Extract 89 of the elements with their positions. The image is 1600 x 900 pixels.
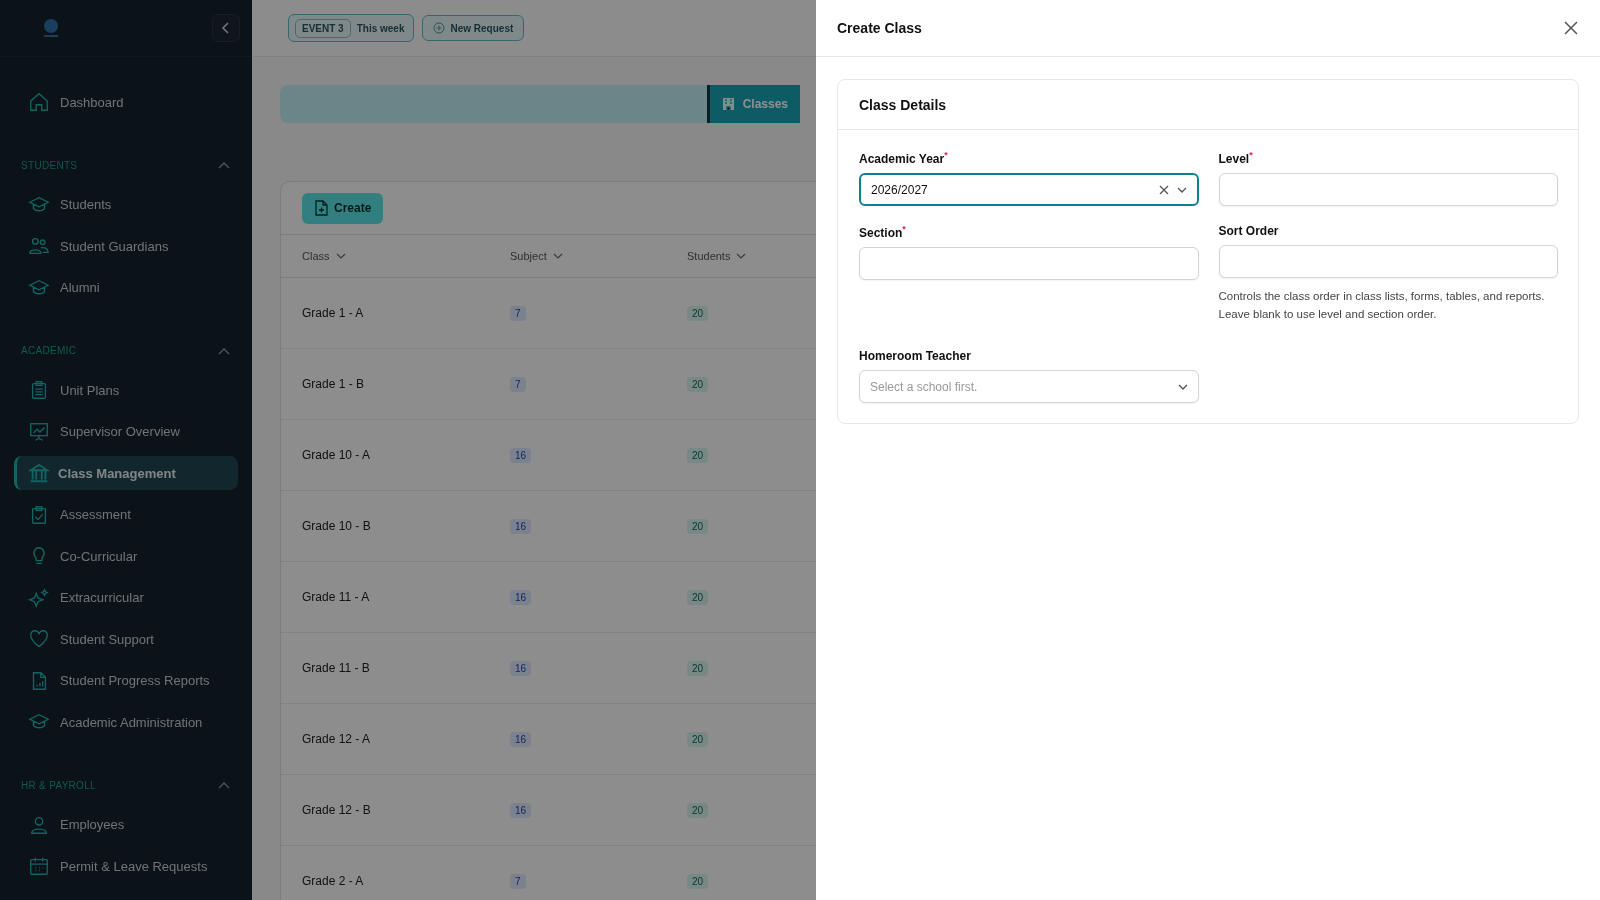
clear-icon[interactable] <box>1158 184 1169 195</box>
subject-count-badge: 7 <box>510 305 526 321</box>
sidebar-item[interactable]: Permit & Leave Requests <box>14 849 238 883</box>
field-label: Section$^{*}$ <box>859 224 907 240</box>
collapse-sidebar-button[interactable] <box>212 14 240 42</box>
sidebar-item[interactable]: Student Progress Reports <box>14 663 238 698</box>
help-text: Controls the class order in class lists, forms, tables, and reports. Leave blank to use level and section order. <box>1218 289 1546 322</box>
table-cell-text: Grade 12 - B <box>302 803 372 817</box>
event-label: This week <box>356 22 406 34</box>
select-field[interactable]: Select a school first. <box>859 370 1199 403</box>
new-request-button[interactable]: New Request <box>421 15 525 41</box>
field-label: Academic Year$^{*}$ <box>859 150 949 166</box>
field-label: Homeroom Teacher <box>859 349 972 363</box>
field-label: Level$^{*}$ <box>1218 150 1254 166</box>
student-count-badge: 20 <box>687 802 709 818</box>
text-field[interactable] <box>1218 173 1558 206</box>
sidebar-item[interactable]: Class Management <box>14 456 238 490</box>
sort-chevron-icon <box>552 253 563 259</box>
subject-count-badge: 16 <box>510 518 532 534</box>
sidebar-item[interactable]: Student Support <box>14 622 238 656</box>
sort-chevron-icon <box>335 253 346 259</box>
table-cell-text: Grade 1 - B <box>302 377 366 391</box>
sidebar-item[interactable]: Students <box>14 187 238 222</box>
sidebar-item[interactable]: Supervisor Overview <box>14 414 238 449</box>
sidebar-item[interactable]: Unit Plans <box>14 373 238 407</box>
column-header[interactable]: Class <box>302 250 510 262</box>
table-cell-text: Grade 11 - B <box>302 661 371 675</box>
section-heading: HR & PAYROLL <box>21 779 96 791</box>
subject-count-badge: 16 <box>510 447 532 463</box>
student-count-badge: 20 <box>687 873 709 889</box>
sidebar-item[interactable]: Dashboard <box>14 85 238 119</box>
drawer-title: Create Class <box>837 20 922 36</box>
sidebar-item[interactable]: Employees <box>14 807 238 842</box>
cal-icon <box>28 855 50 877</box>
sidebar-item[interactable]: Academic Administration <box>14 705 238 739</box>
student-count-badge: 20 <box>687 731 709 747</box>
student-count-badge: 20 <box>687 589 709 605</box>
close-button[interactable] <box>1562 19 1580 37</box>
student-count-badge: 20 <box>687 305 709 321</box>
field-label: Sort Order <box>1218 224 1280 238</box>
heart-icon <box>28 628 50 650</box>
chart-icon <box>28 420 50 443</box>
sidebar-item[interactable]: Assessment <box>14 497 238 532</box>
file-plus-icon <box>314 200 328 216</box>
chevron-up-icon[interactable] <box>218 161 230 169</box>
subject-count-badge: 16 <box>510 660 532 676</box>
create-button[interactable]: Create <box>302 192 384 224</box>
text-field[interactable] <box>859 247 1199 280</box>
student-count-badge: 20 <box>687 376 709 392</box>
subject-count-badge: 7 <box>510 376 526 392</box>
chevron-down-icon[interactable] <box>1177 383 1188 390</box>
text-field[interactable] <box>1218 245 1558 278</box>
plus-circle-icon <box>432 22 445 34</box>
home-icon <box>28 91 50 113</box>
chevron-left-icon <box>220 21 232 35</box>
sidebar-item[interactable]: Student Guardians <box>14 229 238 263</box>
table-cell-text: Grade 2 - A <box>302 874 365 888</box>
select-field[interactable]: 2026/2027 <box>859 173 1199 206</box>
building-icon <box>721 97 735 111</box>
chevron-up-icon[interactable] <box>218 346 230 355</box>
table-cell-text: Grade 10 - A <box>302 448 372 462</box>
spark-icon <box>28 586 50 609</box>
sidebar-item[interactable]: Extracurricular <box>14 580 238 615</box>
subject-count-badge: 16 <box>510 802 532 818</box>
student-count-badge: 20 <box>687 660 709 676</box>
subject-count-badge: 16 <box>510 589 532 605</box>
section-heading: ACADEMIC <box>21 345 77 356</box>
sidebar-item[interactable]: Alumni <box>14 270 238 305</box>
event-pill[interactable]: EVENT 3 This week <box>288 14 414 42</box>
people-icon <box>28 235 50 257</box>
table-cell-text: Grade 1 - A <box>302 306 365 320</box>
table-cell-text: Grade 10 - B <box>302 519 372 533</box>
bank-icon <box>28 462 50 484</box>
card-title: Class Details <box>859 96 947 113</box>
chevron-up-icon[interactable] <box>218 781 230 789</box>
subject-count-badge: 16 <box>510 731 532 747</box>
sort-chevron-icon <box>736 253 747 259</box>
table-cell-text: Grade 12 - A <box>302 732 372 746</box>
event-badge: EVENT 3 <box>295 18 351 38</box>
subject-count-badge: 7 <box>510 873 526 889</box>
student-count-badge: 20 <box>687 518 709 534</box>
column-header[interactable]: Subject <box>510 250 687 262</box>
student-count-badge: 20 <box>687 447 709 463</box>
page-tab[interactable]: Classes <box>706 85 800 123</box>
backdrop[interactable] <box>0 0 816 900</box>
table-cell-text: Grade 11 - A <box>302 590 371 604</box>
section-heading: STUDENTS <box>21 159 78 171</box>
sidebar-item[interactable]: Co-Curricular <box>14 539 238 573</box>
chevron-down-icon[interactable] <box>1176 186 1187 193</box>
